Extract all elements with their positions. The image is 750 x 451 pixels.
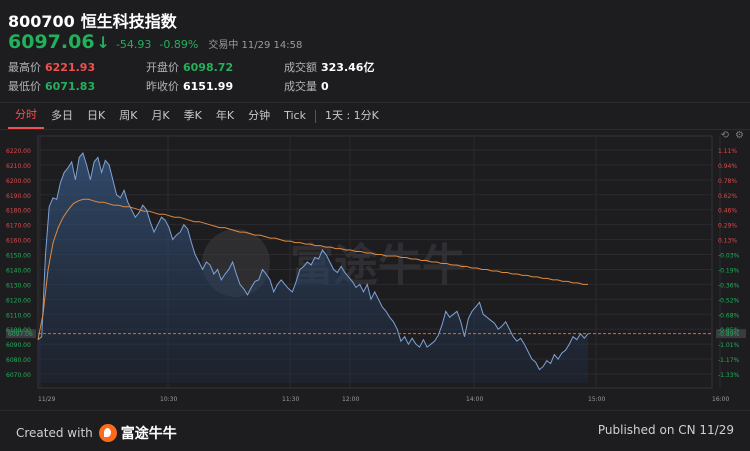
y-tick-right: -1.33% [718, 372, 740, 379]
y-tick-left: 6160.00 [6, 238, 31, 245]
security-name: 恒生科技指数 [80, 12, 177, 31]
price-area [38, 153, 588, 383]
y-tick-left: 6170.00 [6, 223, 31, 230]
footer: Created with 富途牛牛 Published on CN 11/29 [0, 410, 750, 451]
y-tick-right: 1.11% [718, 148, 737, 155]
security-code: 800700 [8, 12, 75, 31]
period-selector[interactable]: 1天 : 1分K [318, 104, 386, 128]
intraday-chart: 富途牛牛 6220.00 1.11% 6210.00 0.94% 6200.00 0.78… [0, 128, 750, 410]
price-change-pct: -0.89% [159, 38, 199, 51]
footer-credit: Created with 富途牛牛 [16, 423, 177, 443]
y-tick-right: 0.13% [718, 238, 737, 245]
tab-monthly-k[interactable]: 月K [144, 104, 176, 128]
y-tick-left: 6200.00 [6, 178, 31, 185]
volume-label: 成交量 [284, 80, 317, 93]
y-tick-left: 6140.00 [6, 267, 31, 274]
tab-intraday[interactable]: 分时 [8, 103, 44, 129]
high-label: 最高价 [8, 61, 41, 74]
x-tick-label: 15:00 [588, 396, 605, 403]
stats-col-1: 最高价 6221.93 最低价 6071.83 [8, 58, 95, 96]
futu-logo-icon [98, 424, 117, 442]
y-tick-left: 6210.00 [6, 163, 31, 170]
stats-col-3: 成交额 323.46亿 成交量 0 [284, 58, 374, 96]
current-pct-label: -0.89% [718, 331, 740, 338]
y-tick-right: -0.19% [718, 267, 740, 274]
tab-quarterly-k[interactable]: 季K [177, 104, 209, 128]
tab-divider [314, 109, 316, 123]
y-tick-right: -0.68% [718, 312, 740, 319]
y-tick-right: 0.94% [718, 163, 737, 170]
price-row: 6097.06 ↓ -54.93 -0.89% 交易中 11/29 14:58 [8, 31, 302, 53]
turnover-value: 323.46亿 [321, 61, 375, 74]
prev-close-label: 昨收价 [146, 80, 179, 93]
volume-value: 0 [321, 80, 329, 93]
high-value: 6221.93 [45, 61, 96, 74]
current-price-label: 6097.06 [8, 331, 33, 338]
price-change: -54.93 [115, 38, 152, 51]
stats-col-2: 开盘价 6098.72 昨收价 6151.99 [146, 58, 233, 96]
y-tick-left: 6080.00 [6, 357, 31, 364]
tab-multi-day[interactable]: 多日 [44, 104, 80, 128]
y-tick-left: 6070.00 [6, 372, 31, 379]
y-tick-right: -0.03% [718, 253, 740, 260]
open-value: 6098.72 [183, 61, 234, 74]
y-tick-left: 6090.00 [6, 342, 31, 349]
last-price: 6097.06 [8, 31, 95, 53]
x-tick-label: 11/29 [38, 396, 55, 403]
y-tick-right: 0.62% [718, 193, 737, 200]
low-label: 最低价 [8, 80, 41, 93]
y-tick-right: -1.01% [718, 342, 740, 349]
x-tick-label: 16:00 [712, 396, 729, 403]
tab-yearly-k[interactable]: 年K [209, 104, 241, 128]
open-label: 开盘价 [146, 61, 179, 74]
y-tick-right: 0.78% [718, 178, 737, 185]
tab-weekly-k[interactable]: 周K [112, 104, 144, 128]
x-tick-label: 14:00 [466, 396, 483, 403]
y-tick-left: 6190.00 [6, 193, 31, 200]
y-tick-left: 6110.00 [6, 312, 31, 319]
tab-minute[interactable]: 分钟 [241, 104, 277, 128]
x-tick-label: 10:30 [160, 396, 177, 403]
y-tick-left: 6150.00 [6, 253, 31, 260]
security-title: 800700 恒生科技指数 [8, 8, 177, 32]
chart-svg: 富途牛牛 6220.00 1.11%6210.00 0.94%6200.00 0.78… [6, 135, 746, 403]
published-info: Published on CN 11/29 [597, 423, 734, 437]
y-tick-left: 6180.00 [6, 208, 31, 215]
y-tick-left: 6120.00 [6, 297, 31, 304]
y-tick-right: -0.36% [718, 282, 740, 289]
tab-daily-k[interactable]: 日K [80, 104, 112, 128]
y-tick-right: -1.17% [718, 357, 740, 364]
tab-tick[interactable]: Tick [277, 104, 313, 128]
y-tick-left: 6220.00 [6, 148, 31, 155]
quote-header: 800700 恒生科技指数 6097.06 ↓ -54.93 -0.89% 交易中… [0, 0, 750, 102]
footer-brand: 富途牛牛 [120, 426, 177, 442]
y-tick-right: 0.46% [718, 208, 737, 215]
y-tick-left: 6130.00 [6, 282, 31, 289]
down-arrow-icon: ↓ [96, 33, 110, 52]
created-with-label: Created with [16, 426, 93, 440]
x-tick-label: 11:30 [282, 396, 299, 403]
low-value: 6071.83 [45, 80, 96, 93]
x-tick-label: 12:00 [342, 396, 359, 403]
chart-tabs: 分时 多日 日K 周K 月K 季K 年K 分钟 Tick 1天 : 1分K [0, 102, 750, 130]
prev-close-value: 6151.99 [183, 80, 234, 93]
trading-status: 交易中 11/29 14:58 [208, 40, 303, 51]
y-tick-right: 0.29% [718, 223, 737, 230]
y-tick-right: -0.52% [718, 297, 740, 304]
turnover-label: 成交额 [284, 61, 317, 74]
